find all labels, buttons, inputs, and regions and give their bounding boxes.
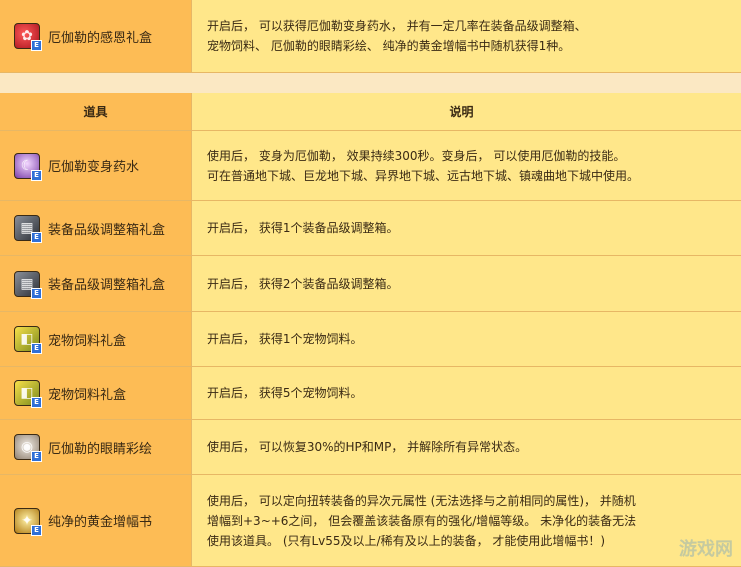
gift-box-icon: ✿ E — [14, 23, 42, 51]
table-row: ✦ E 纯净的黄金增幅书 使用后， 可以定向扭转装备的异次元属性 (无法选择与之前… — [0, 475, 741, 567]
item-desc: 使用后， 变身为厄伽勒， 效果持续300秒。变身后， 可以使用厄伽勒的技能。 可… — [207, 148, 640, 183]
item-name: 纯净的黄金增幅书 — [48, 515, 153, 530]
pet-feed-icon: ◧ E — [14, 326, 42, 354]
item-name: 宠物饲料礼盒 — [48, 333, 127, 349]
item-desc: 使用后， 可以恢复30%的HP和MP， 并解除所有异常状态。 — [207, 440, 528, 454]
equipment-box-icon: ▦ E — [14, 270, 42, 299]
header-item: 道具 — [0, 93, 192, 131]
header-desc: 说明 — [192, 93, 741, 131]
table-row: ◉ E 厄伽勒的眼睛彩绘 使用后， 可以恢复30%的HP和MP， 并解除所有异常状… — [0, 420, 741, 475]
table-row: ◧ E 宠物饲料礼盒 开启后， 获得5个宠物饲料。 — [0, 367, 741, 420]
item-desc: 开启后， 可以获得厄伽勒变身药水， 并有一定几率在装备品级调整箱、 宠物饲料、 … — [207, 19, 587, 53]
section-gap — [0, 73, 741, 93]
table-row: ◧ E 宠物饲料礼盒 开启后， 获得1个宠物饲料。 — [0, 312, 741, 367]
item-name: 厄伽勒变身药水 — [48, 160, 140, 175]
item-name: 厄伽勒的眼睛彩绘 — [48, 441, 153, 457]
item-desc: 开启后， 获得1个装备品级调整箱。 — [207, 221, 399, 235]
item-desc: 开启后， 获得2个装备品级调整箱。 — [207, 276, 399, 291]
table-row: ▦ E 装备品级调整箱礼盒 开启后， 获得2个装备品级调整箱。 — [0, 256, 741, 312]
item-name: 装备品级调整箱礼盒 — [48, 222, 166, 238]
item-table: ✿ E 厄伽勒的感恩礼盒 开启后， 可以获得厄伽勒变身药水， 并有一定几率在装备品… — [0, 0, 741, 567]
equipment-box-icon: ▦ E — [14, 215, 42, 243]
table-row: ▦ E 装备品级调整箱礼盒 开启后， 获得1个装备品级调整箱。 — [0, 201, 741, 256]
golden-scroll-icon: ✦ E — [14, 507, 42, 536]
top-item-row: ✿ E 厄伽勒的感恩礼盒 开启后， 可以获得厄伽勒变身药水， 并有一定几率在装备品… — [0, 0, 741, 73]
item-desc: 开启后， 获得1个宠物饲料。 — [207, 332, 363, 346]
potion-icon: ☾ E — [14, 152, 42, 181]
table-header: 道具 说明 — [0, 93, 741, 131]
item-desc: 使用后， 可以定向扭转装备的异次元属性 (无法选择与之前相同的属性)， 并随机 … — [207, 493, 637, 548]
item-name: 宠物饲料礼盒 — [48, 387, 127, 403]
eye-paint-icon: ◉ E — [14, 434, 42, 462]
item-cell: ✿ E 厄伽勒的感恩礼盒 — [0, 0, 192, 73]
desc-cell: 开启后， 可以获得厄伽勒变身药水， 并有一定几率在装备品级调整箱、 宠物饲料、 … — [192, 0, 741, 73]
item-desc: 开启后， 获得5个宠物饲料。 — [207, 386, 363, 400]
item-name: 装备品级调整箱礼盒 — [48, 278, 166, 293]
pet-feed-icon: ◧ E — [14, 380, 42, 408]
equip-badge: E — [31, 40, 42, 51]
item-name: 厄伽勒的感恩礼盒 — [48, 30, 153, 46]
table-row: ☾ E 厄伽勒变身药水 使用后， 变身为厄伽勒， 效果持续300秒。变身后， 可以… — [0, 131, 741, 201]
watermark: 游戏网 — [679, 539, 733, 560]
